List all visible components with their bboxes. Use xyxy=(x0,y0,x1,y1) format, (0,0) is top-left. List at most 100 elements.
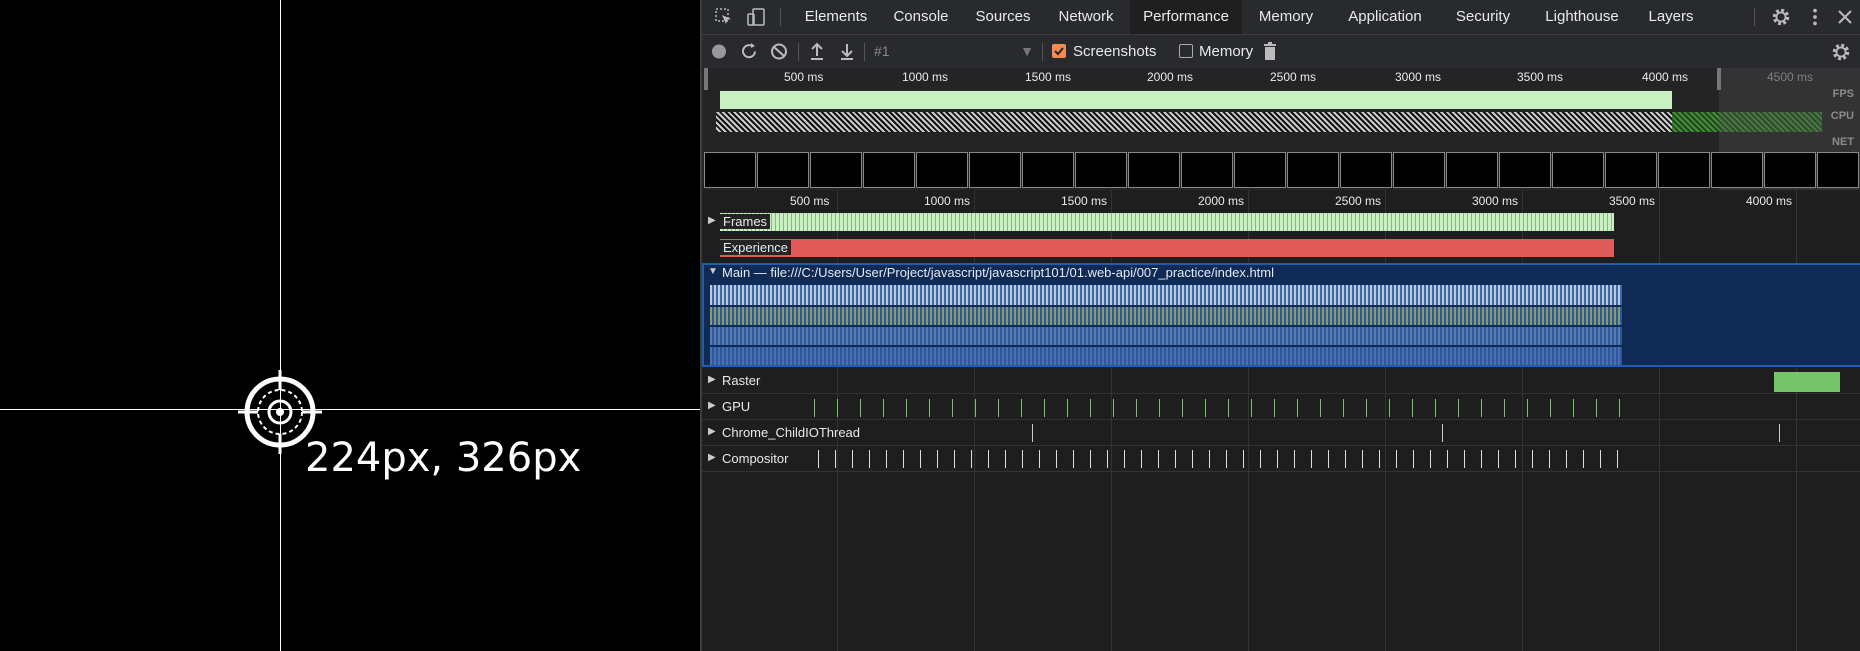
timeline-overview[interactable]: 500 ms 1000 ms 1500 ms 2000 ms 2500 ms 3… xyxy=(702,68,1860,190)
tab-memory[interactable]: Memory xyxy=(1246,0,1326,34)
screenshots-label[interactable]: Screenshots xyxy=(1073,35,1156,68)
io-task-tick[interactable] xyxy=(1779,424,1780,442)
overview-tick-label: 500 ms xyxy=(784,70,824,84)
screenshot-frame[interactable] xyxy=(1022,152,1074,188)
tab-performance[interactable]: Performance xyxy=(1130,0,1242,34)
expand-arrow-icon[interactable]: ▶ xyxy=(708,400,716,411)
tab-application[interactable]: Application xyxy=(1332,0,1438,34)
experience-track-label[interactable]: Experience xyxy=(720,240,792,255)
tab-network[interactable]: Network xyxy=(1046,0,1126,34)
screenshot-frame[interactable] xyxy=(704,152,756,188)
tab-elements[interactable]: Elements xyxy=(792,0,880,34)
inspect-element-icon[interactable] xyxy=(714,7,734,27)
screenshot-frame[interactable] xyxy=(1234,152,1286,188)
screenshot-frame[interactable] xyxy=(1817,152,1859,188)
tab-security[interactable]: Security xyxy=(1442,0,1524,34)
screenshot-frame[interactable] xyxy=(1446,152,1498,188)
collapse-arrow-icon[interactable]: ▼ xyxy=(708,266,718,277)
page-viewport[interactable]: 224px, 326px xyxy=(0,0,700,651)
track-divider xyxy=(702,445,1860,446)
io-task-tick[interactable] xyxy=(1442,424,1443,442)
screenshot-frame[interactable] xyxy=(916,152,968,188)
timeline-tick-label: 4000 ms xyxy=(1746,194,1793,208)
memory-label[interactable]: Memory xyxy=(1199,35,1253,68)
clear-icon[interactable] xyxy=(770,35,788,68)
screenshots-checkbox[interactable] xyxy=(1052,44,1066,58)
grid-line xyxy=(1659,190,1660,651)
memory-checkbox[interactable] xyxy=(1179,44,1193,58)
capture-settings-gear-icon[interactable] xyxy=(1830,41,1852,63)
frames-track-label[interactable]: Frames xyxy=(720,214,771,229)
raster-track-label[interactable]: Raster xyxy=(722,373,760,388)
screenshot-frame[interactable] xyxy=(1658,152,1710,188)
expand-arrow-icon[interactable]: ▶ xyxy=(708,215,716,226)
flame-chart-area[interactable]: 500 ms 1000 ms 1500 ms 2000 ms 2500 ms 3… xyxy=(702,190,1860,651)
grid-line xyxy=(1796,190,1797,651)
grid-line xyxy=(837,190,838,651)
load-profile-icon[interactable] xyxy=(808,35,826,68)
timeline-tick-label: 1500 ms xyxy=(1061,194,1108,208)
main-thread-task-row[interactable] xyxy=(710,327,1622,345)
expand-arrow-icon[interactable]: ▶ xyxy=(708,374,716,385)
overview-tick-label: 3500 ms xyxy=(1517,70,1564,84)
expand-arrow-icon[interactable]: ▶ xyxy=(708,452,716,463)
screenshot-frame[interactable] xyxy=(1499,152,1551,188)
checkmark-icon xyxy=(1054,47,1064,56)
selection-handle-left[interactable] xyxy=(704,68,708,90)
overview-tick-label: 3000 ms xyxy=(1395,70,1442,84)
overview-tick-label: 1500 ms xyxy=(1025,70,1072,84)
screenshot-frame[interactable] xyxy=(969,152,1021,188)
io-thread-track-label[interactable]: Chrome_ChildIOThread xyxy=(722,425,860,440)
main-thread-task-row[interactable] xyxy=(710,307,1622,325)
reload-record-icon[interactable] xyxy=(740,35,758,68)
screenshot-frame[interactable] xyxy=(863,152,915,188)
record-icon[interactable] xyxy=(710,35,728,68)
gpu-track-label[interactable]: GPU xyxy=(722,399,750,414)
tab-sources[interactable]: Sources xyxy=(964,0,1042,34)
crosshair-horizontal-line xyxy=(0,409,700,410)
timeline-tick-label: 1000 ms xyxy=(924,194,971,208)
tab-lighthouse[interactable]: Lighthouse xyxy=(1532,0,1632,34)
screenshot-frame[interactable] xyxy=(1181,152,1233,188)
screenshot-frame[interactable] xyxy=(1393,152,1445,188)
gpu-task-ticks[interactable] xyxy=(792,399,1622,417)
screenshot-frame[interactable] xyxy=(1287,152,1339,188)
screenshot-frame[interactable] xyxy=(810,152,862,188)
overview-tick-label: 2000 ms xyxy=(1147,70,1194,84)
screenshot-frame[interactable] xyxy=(1552,152,1604,188)
main-thread-task-row[interactable] xyxy=(710,347,1622,365)
raster-task-block[interactable] xyxy=(1774,372,1840,392)
toolbar-divider xyxy=(1754,8,1755,26)
profile-select[interactable]: #1 ▼ xyxy=(874,35,1034,68)
track-divider xyxy=(702,419,1860,420)
more-options-icon[interactable] xyxy=(1804,6,1826,28)
selection-handle-right[interactable] xyxy=(1717,68,1721,90)
timeline-tick-label: 3000 ms xyxy=(1472,194,1519,208)
tab-layers[interactable]: Layers xyxy=(1636,0,1706,34)
garbage-collect-trash-icon[interactable] xyxy=(1262,35,1278,68)
screenshot-frame[interactable] xyxy=(1764,152,1816,188)
screenshot-frame[interactable] xyxy=(1340,152,1392,188)
main-thread-label[interactable]: Main — file:///C:/Users/User/Project/jav… xyxy=(722,265,1274,280)
close-icon[interactable] xyxy=(1835,7,1855,27)
screenshot-frame[interactable] xyxy=(1128,152,1180,188)
tab-console[interactable]: Console xyxy=(882,0,960,34)
profile-select-value: #1 xyxy=(874,43,890,59)
timeline-tick-label: 2000 ms xyxy=(1198,194,1245,208)
settings-gear-icon[interactable] xyxy=(1770,6,1792,28)
compositor-task-ticks[interactable] xyxy=(802,450,1622,468)
save-profile-icon[interactable] xyxy=(838,35,856,68)
screenshot-frame[interactable] xyxy=(1711,152,1763,188)
experience-track-bar[interactable] xyxy=(720,239,1614,257)
compositor-track-label[interactable]: Compositor xyxy=(722,451,788,466)
screenshot-frame[interactable] xyxy=(1605,152,1657,188)
screenshot-filmstrip[interactable] xyxy=(704,152,1860,188)
frames-track-bar[interactable] xyxy=(720,213,1614,231)
io-task-tick[interactable] xyxy=(1032,424,1033,442)
screenshot-frame[interactable] xyxy=(1075,152,1127,188)
screenshot-frame[interactable] xyxy=(757,152,809,188)
main-thread-task-row[interactable] xyxy=(710,285,1622,305)
device-toolbar-icon[interactable] xyxy=(746,7,766,27)
overview-tick-label: 2500 ms xyxy=(1270,70,1317,84)
expand-arrow-icon[interactable]: ▶ xyxy=(708,426,716,437)
